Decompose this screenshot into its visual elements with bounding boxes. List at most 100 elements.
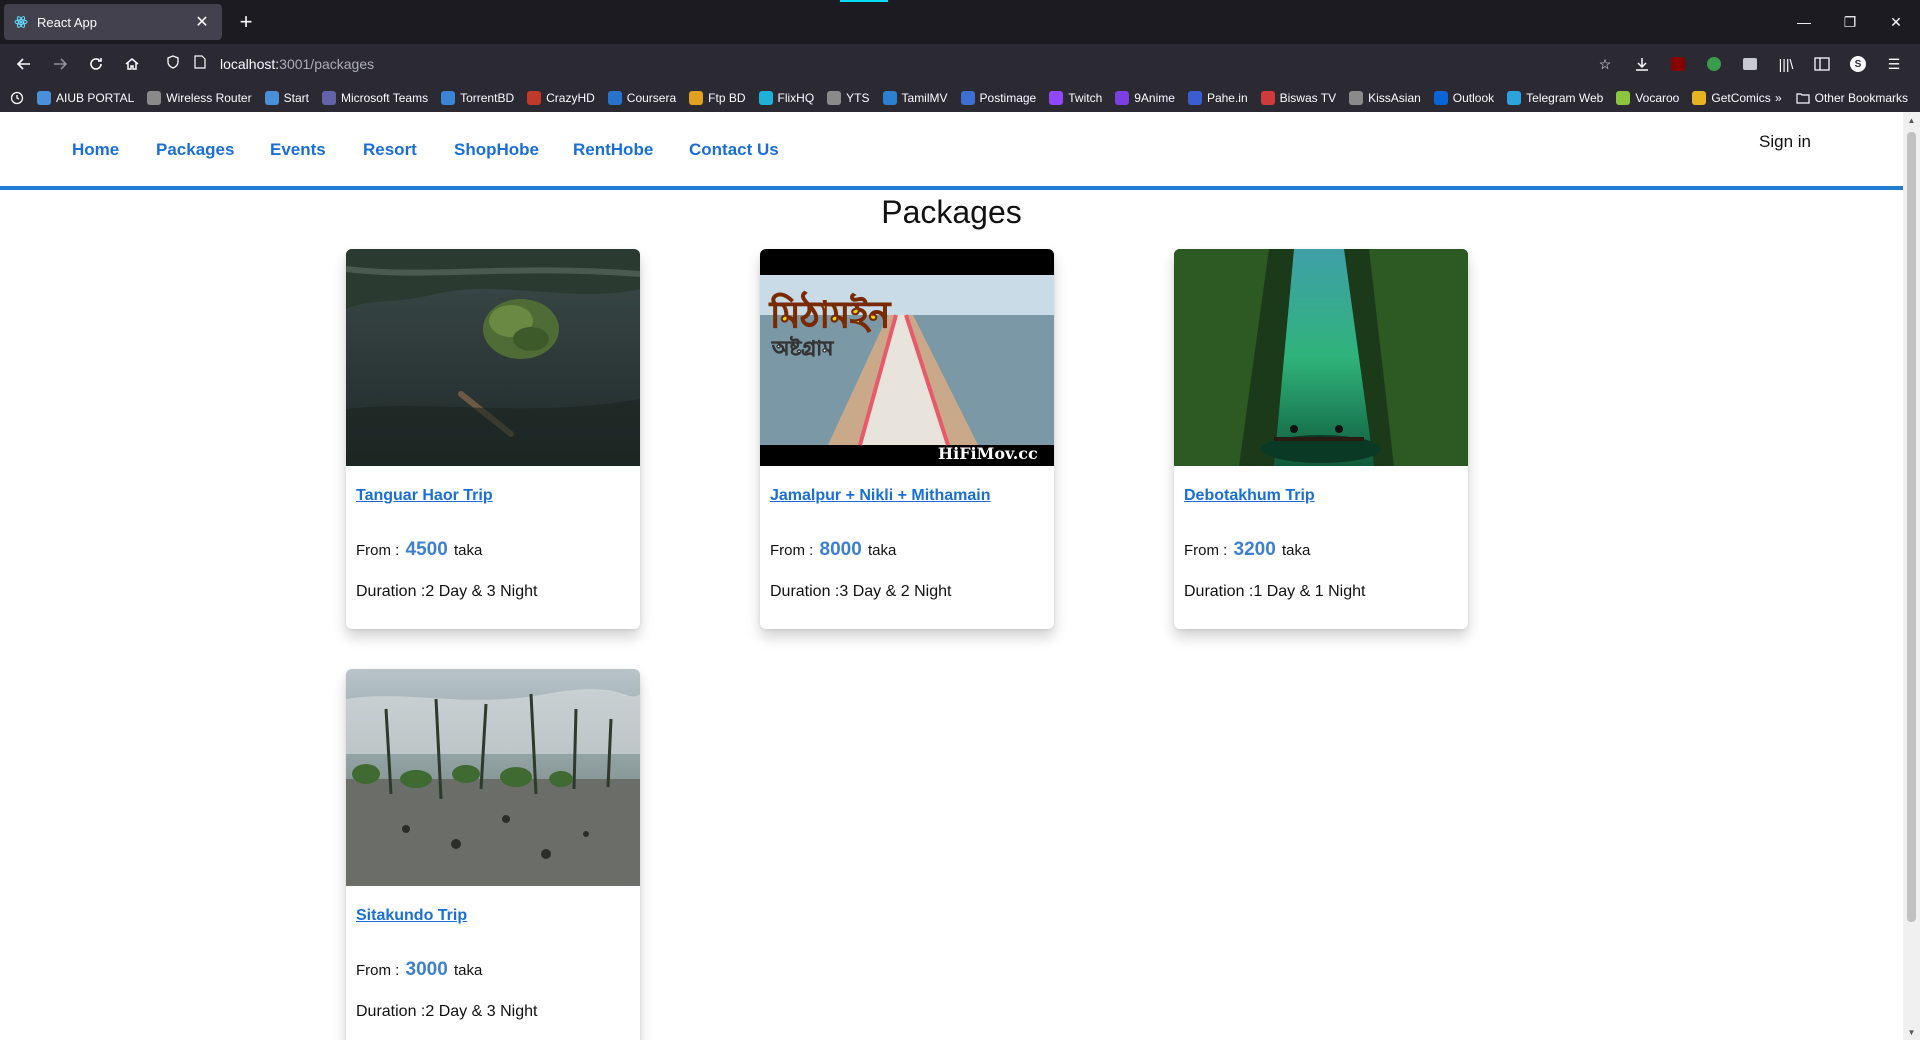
extension-icon[interactable] xyxy=(1700,50,1728,78)
package-card[interactable]: Tanguar Haor Trip From : 4500 taka Durat… xyxy=(346,249,640,629)
nav-contact-us[interactable]: Contact Us xyxy=(689,140,779,160)
bookmark-item[interactable]: Vocaroo xyxy=(1616,91,1679,105)
bookmark-favicon-icon xyxy=(1616,91,1631,105)
url-text: localhost:3001/packages xyxy=(220,56,375,72)
home-icon[interactable] xyxy=(118,50,146,78)
bookmark-favicon-icon xyxy=(37,91,51,105)
nav-packages[interactable]: Packages xyxy=(156,140,234,160)
package-name-link[interactable]: Debotakhum Trip xyxy=(1184,487,1315,505)
bookmark-favicon-icon xyxy=(1692,91,1707,105)
bookmark-item[interactable]: Pahe.in xyxy=(1187,91,1248,105)
sidebar-icon[interactable] xyxy=(1808,50,1836,78)
ublock-icon[interactable] xyxy=(1664,50,1692,78)
bookmark-item[interactable]: Microsoft Teams xyxy=(321,91,428,105)
other-bookmarks[interactable]: Other Bookmarks xyxy=(1796,91,1908,105)
bookmark-item[interactable]: Outlook xyxy=(1433,91,1494,105)
bookmark-item[interactable]: Coursera xyxy=(607,91,676,105)
bookmark-favicon-icon xyxy=(1433,91,1448,105)
nav-resort[interactable]: Resort xyxy=(363,140,417,160)
package-duration: Duration :2 Day & 3 Night xyxy=(356,583,538,600)
url-bar[interactable]: localhost:3001/packages xyxy=(160,49,1585,79)
bookmark-item[interactable]: GetComics xyxy=(1692,91,1771,105)
nav-home[interactable]: Home xyxy=(72,140,119,160)
package-image xyxy=(346,249,640,466)
bookmark-item[interactable]: TamilMV xyxy=(882,91,948,105)
scroll-up-icon[interactable]: ▲ xyxy=(1903,112,1920,128)
tab-accent xyxy=(840,0,888,2)
package-name-link[interactable]: Tanguar Haor Trip xyxy=(356,487,493,505)
folder-icon xyxy=(1796,93,1810,104)
library-icon[interactable]: |||\ xyxy=(1772,50,1800,78)
restore-icon[interactable]: ❐ xyxy=(1828,0,1872,44)
bookmark-favicon-icon xyxy=(1260,91,1275,105)
back-icon[interactable] xyxy=(10,50,38,78)
reload-icon[interactable] xyxy=(82,50,110,78)
nav-renthobe[interactable]: RentHobe xyxy=(573,140,653,160)
bookmark-favicon-icon xyxy=(527,91,542,105)
bookmark-item[interactable]: FlixHQ xyxy=(758,91,814,105)
image-overlay-subtitle: অষ্টগ্রাম xyxy=(771,336,834,360)
bookmark-star-icon[interactable]: ☆ xyxy=(1591,50,1619,78)
bookmark-favicon-icon xyxy=(607,91,622,105)
bookmark-item[interactable]: Wireless Router xyxy=(147,91,252,105)
bookmark-item[interactable]: TorrentBD xyxy=(441,91,514,105)
nav-events[interactable]: Events xyxy=(270,140,326,160)
bookmark-item[interactable]: Start xyxy=(264,91,309,105)
bookmark-favicon-icon xyxy=(827,91,842,105)
bookmark-item[interactable]: AIUB PORTAL xyxy=(37,91,134,105)
browser-toolbar: localhost:3001/packages ☆ |||\ S ☰ xyxy=(0,44,1920,84)
bookmark-favicon-icon xyxy=(882,91,897,105)
image-watermark: HiFiMov.cc xyxy=(938,444,1038,463)
package-duration: Duration :1 Day & 1 Night xyxy=(1184,583,1366,600)
scroll-down-icon[interactable]: ▼ xyxy=(1903,1024,1920,1040)
tab-react-app[interactable]: React App ✕ xyxy=(4,4,222,40)
bookmark-favicon-icon xyxy=(441,91,456,105)
page-scrollbar[interactable]: ▲ ▼ xyxy=(1903,112,1920,1040)
bookmark-item[interactable]: CrazyHD xyxy=(527,91,595,105)
tab-bar: React App ✕ + — ❐ ✕ xyxy=(0,0,1920,44)
package-card[interactable]: মিঠামইন অষ্টগ্রাম HiFiMov.cc Jamalpur + … xyxy=(760,249,1054,629)
bookmark-item[interactable]: YTS xyxy=(827,91,870,105)
bookmark-item[interactable]: Telegram Web xyxy=(1507,91,1603,105)
bookmark-favicon-icon xyxy=(960,91,975,105)
tab-title: React App xyxy=(37,14,97,30)
nav-shophobe[interactable]: ShopHobe xyxy=(454,140,539,160)
page-title: Packages xyxy=(881,194,1022,230)
scrollbar-thumb[interactable] xyxy=(1907,132,1916,922)
downloads-icon[interactable] xyxy=(1628,50,1656,78)
package-price: From : 3000 taka xyxy=(356,959,483,980)
package-card[interactable]: Debotakhum Trip From : 3200 taka Duratio… xyxy=(1174,249,1468,629)
package-duration: Duration :3 Day & 2 Night xyxy=(770,583,952,600)
package-image: মিঠামইন অষ্টগ্রাম HiFiMov.cc xyxy=(760,249,1054,466)
new-tab-icon[interactable]: + xyxy=(232,8,260,36)
bookmark-item[interactable]: Biswas TV xyxy=(1260,91,1336,105)
bookmark-item[interactable]: 9Anime xyxy=(1115,91,1175,105)
bookmark-item[interactable]: Twitch xyxy=(1049,91,1102,105)
package-name-link[interactable]: Sitakundo Trip xyxy=(356,907,467,925)
bookmarks-bar: AIUB PORTAL Wireless Router Start Microsoft… xyxy=(0,84,1920,112)
forward-icon[interactable] xyxy=(46,50,74,78)
bookmark-favicon-icon xyxy=(1049,91,1064,105)
shield-icon[interactable] xyxy=(166,54,180,74)
package-card[interactable]: Sitakundo Trip From : 3000 taka Duration… xyxy=(346,669,640,1040)
package-image xyxy=(346,669,640,886)
container-icon[interactable] xyxy=(1736,50,1764,78)
close-tab-icon[interactable]: ✕ xyxy=(192,12,212,32)
close-window-icon[interactable]: ✕ xyxy=(1874,0,1918,44)
bookmark-item[interactable]: Postimage xyxy=(960,91,1036,105)
history-icon[interactable] xyxy=(10,91,24,105)
signin-button[interactable]: Sign in xyxy=(1759,132,1811,152)
bookmark-favicon-icon xyxy=(1507,91,1522,105)
image-overlay-title: মিঠামইন xyxy=(768,291,892,336)
more-bookmarks-icon[interactable]: » xyxy=(1775,91,1782,105)
account-avatar-icon[interactable]: S xyxy=(1844,50,1872,78)
bookmarks-right: » Other Bookmarks xyxy=(1775,84,1908,112)
package-name-link[interactable]: Jamalpur + Nikli + Mithamain xyxy=(770,487,991,505)
page-viewport: Home Packages Events Resort ShopHobe Ren… xyxy=(0,112,1920,1040)
bookmark-item[interactable]: KissAsian xyxy=(1349,91,1421,105)
bookmark-item[interactable]: Ftp BD xyxy=(689,91,746,105)
package-image xyxy=(1174,249,1468,466)
minimize-icon[interactable]: — xyxy=(1782,0,1826,44)
menu-icon[interactable]: ☰ xyxy=(1880,50,1908,78)
bookmark-favicon-icon xyxy=(758,91,773,105)
